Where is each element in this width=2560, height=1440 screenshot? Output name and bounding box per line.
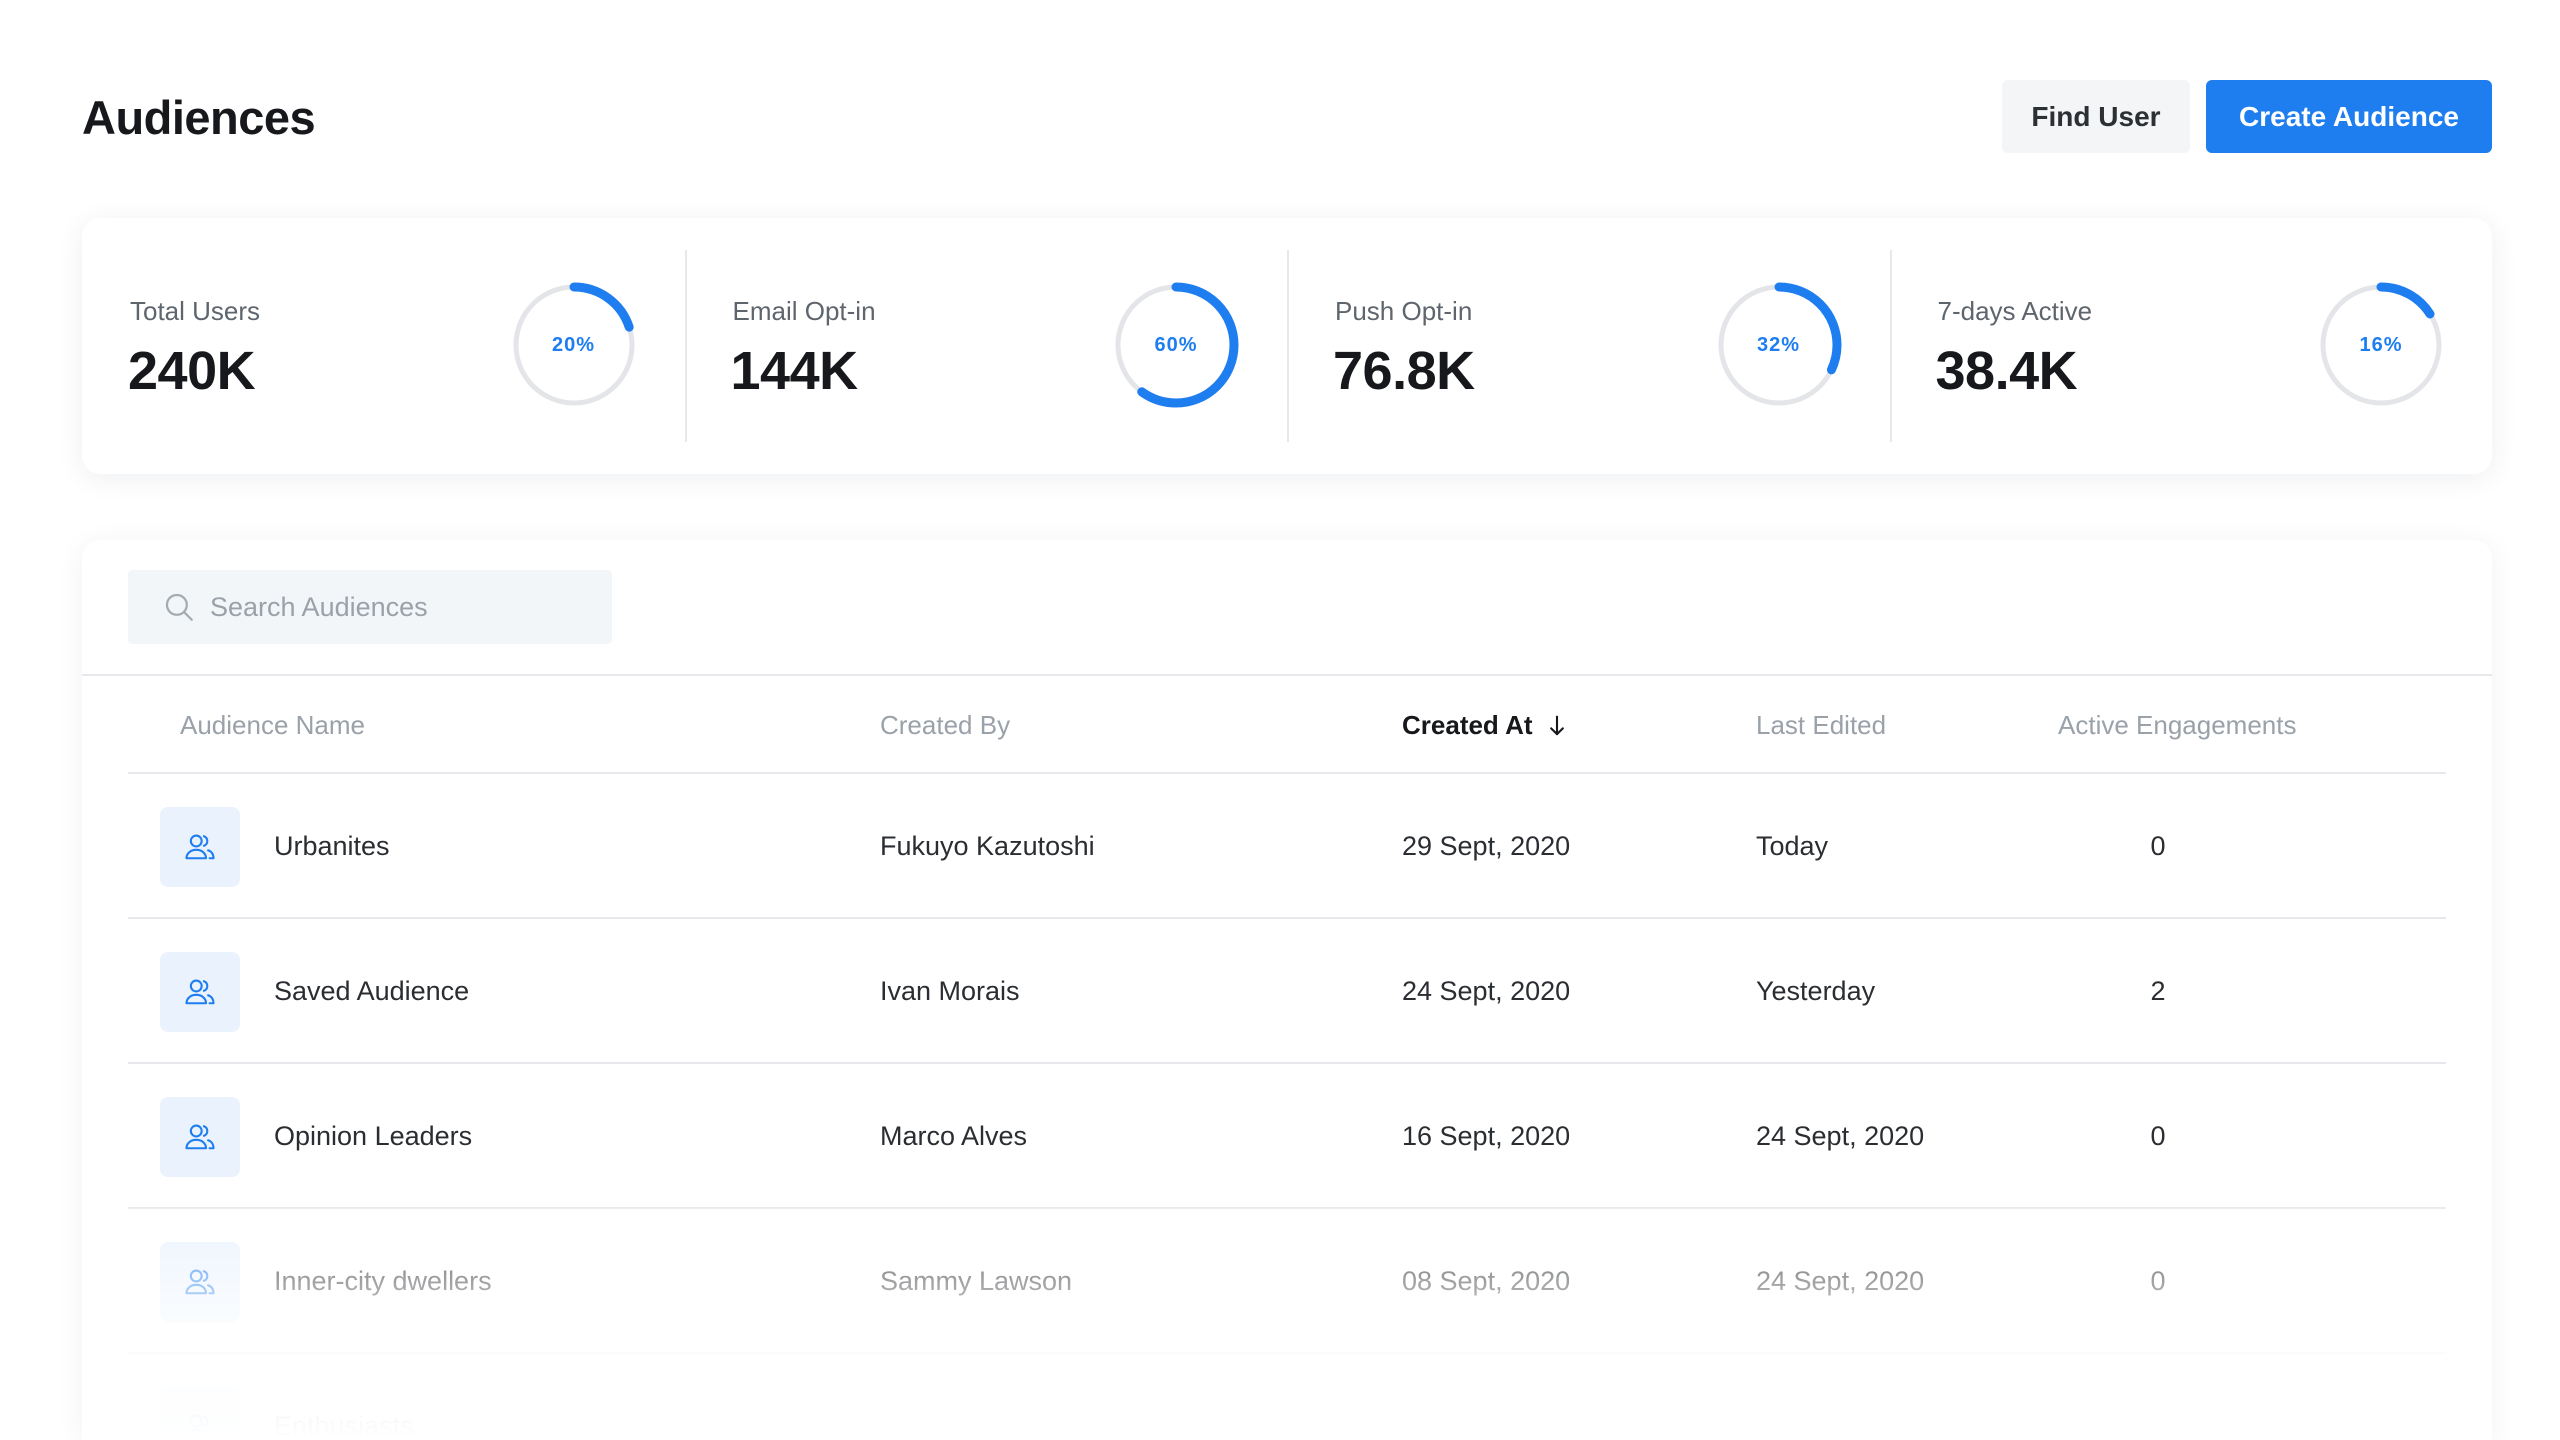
column-header-active-engagements[interactable]: Active Engagements (2058, 710, 2296, 741)
users-group-icon (185, 1269, 215, 1295)
audience-name[interactable]: Opinion Leaders (274, 1121, 472, 1152)
column-header-audience-name[interactable]: Audience Name (180, 710, 365, 741)
progress-ring-label: 60% (1154, 333, 1198, 356)
last-edited: 24 Sept, 2020 (1756, 1266, 1925, 1296)
find-user-button[interactable]: Find User (2002, 80, 2190, 153)
audience-avatar (160, 1097, 240, 1177)
stat-label: Total Users (130, 296, 261, 326)
audience-name[interactable]: Inner-city dwellers (274, 1266, 492, 1297)
users-group-icon (185, 834, 215, 860)
last-edited: Yesterday (1756, 976, 1876, 1006)
stat-label: Push Opt-in (1335, 296, 1473, 326)
active-engagements: 0 (2150, 831, 2166, 861)
audience-name[interactable]: Saved Audience (274, 976, 469, 1007)
table-body: Urbanites Fukuyo Kazutoshi 29 Sept, 2020… (128, 774, 2446, 1440)
created-by: Fukuyo Kazutoshi (880, 831, 1095, 861)
table-row[interactable]: Opinion Leaders Marco Alves 16 Sept, 202… (128, 1064, 2446, 1209)
progress-ring-label: 16% (2359, 333, 2403, 356)
audience-avatar (160, 1387, 240, 1440)
stat-label: Email Opt-in (732, 296, 876, 326)
stat-push-opt-in: Push Opt-in 76.8K 32% (1287, 218, 1890, 474)
table-header: Audience Name Created By Created At Last… (128, 676, 2446, 774)
progress-ring: 20% (509, 280, 639, 410)
created-by: Sammy Lawson (880, 1266, 1073, 1296)
stat-email-opt-in: Email Opt-in 144K 60% (684, 218, 1288, 474)
search-input[interactable] (210, 591, 590, 623)
audience-name[interactable]: Urbanites (274, 831, 390, 862)
stat-value: 240K (128, 341, 256, 401)
stat-label: 7-days Active (1937, 296, 2093, 326)
page-title: Audiences (82, 91, 316, 144)
created-by: Marco Alves (880, 1121, 1028, 1151)
audience-name[interactable]: Enthusiasts (274, 1411, 414, 1440)
search-icon (165, 593, 193, 621)
stat-value: 76.8K (1333, 341, 1475, 401)
stat-value: 38.4K (1935, 341, 2078, 401)
users-group-icon (185, 1124, 215, 1150)
create-audience-button[interactable]: Create Audience (2206, 80, 2492, 153)
progress-ring-label: 32% (1756, 333, 1801, 356)
progress-ring-label: 20% (551, 333, 596, 356)
audience-avatar (160, 952, 240, 1032)
audience-avatar (160, 807, 240, 887)
created-at: 16 Sept, 2020 (1402, 1121, 1571, 1151)
column-header-created-at[interactable]: Created At (1402, 710, 1571, 741)
progress-ring: 16% (2316, 280, 2446, 410)
arrow-down-icon (1549, 715, 1564, 735)
column-header-label: Created At (1402, 710, 1533, 740)
stat-total-users: Total Users 240K 20% (82, 218, 685, 474)
users-group-icon (185, 1414, 215, 1440)
created-at: 08 Sept, 2020 (1402, 1266, 1571, 1296)
created-at: 24 Sept, 2020 (1402, 976, 1571, 1006)
stat-7-days-active: 7-days Active 38.4K 16% (1889, 218, 2493, 474)
users-group-icon (185, 979, 215, 1005)
active-engagements: 0 (2150, 1121, 2166, 1151)
progress-ring: 60% (1111, 280, 1241, 410)
column-header-last-edited[interactable]: Last Edited (1756, 710, 1886, 741)
table-row[interactable]: Urbanites Fukuyo Kazutoshi 29 Sept, 2020… (128, 774, 2446, 919)
audience-avatar (160, 1242, 240, 1322)
table-row[interactable]: Inner-city dwellers Sammy Lawson 08 Sept… (128, 1209, 2446, 1354)
audiences-table-card: Audience Name Created By Created At Last… (82, 540, 2492, 1440)
stats-card: Total Users 240K 20% Email Opt-in 144K 6… (82, 218, 2492, 474)
last-edited: Today (1756, 831, 1829, 861)
created-at: 29 Sept, 2020 (1402, 831, 1571, 861)
created-by: Ivan Morais (880, 976, 1020, 1006)
stat-value: 144K (730, 341, 859, 401)
last-edited: 24 Sept, 2020 (1756, 1121, 1925, 1151)
progress-ring: 32% (1714, 280, 1844, 410)
active-engagements: 0 (2150, 1266, 2166, 1296)
column-header-created-by[interactable]: Created By (880, 710, 1010, 741)
active-engagements: 2 (2150, 976, 2166, 1006)
table-row[interactable]: Saved Audience Ivan Morais 24 Sept, 2020… (128, 919, 2446, 1064)
table-row[interactable]: Enthusiasts (128, 1354, 2446, 1440)
audiences-page: Audiences Find User Create Audience Tota… (0, 0, 2560, 1440)
search-box[interactable] (128, 570, 612, 644)
